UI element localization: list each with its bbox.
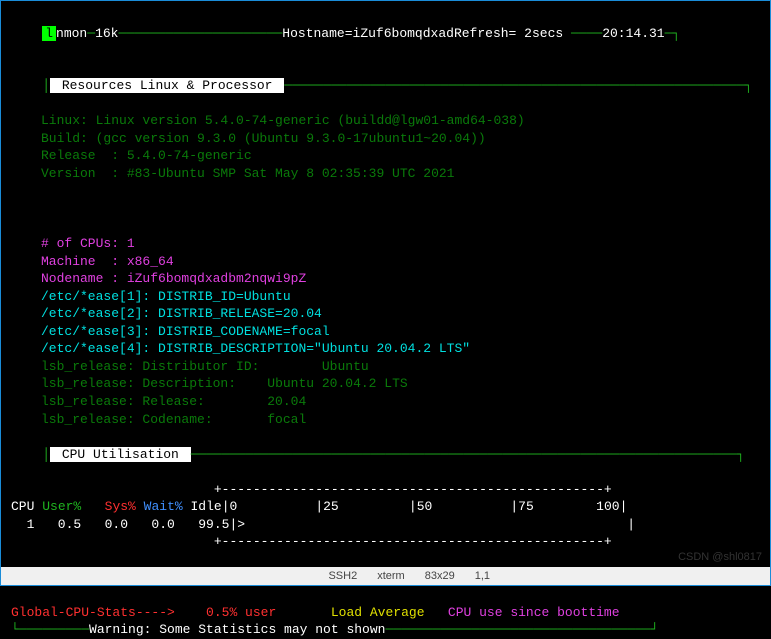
cpu-dashbot: +---------------------------------------… (11, 533, 760, 551)
hostname-value: iZuf6bomqdxad (353, 26, 454, 41)
lsb2-line: lsb_release: Description: Ubuntu 20.04.2… (41, 375, 760, 393)
lsb3-line: lsb_release: Release: 20.04 (41, 393, 760, 411)
release-line: Release : 5.4.0-74-generic (41, 147, 760, 165)
build-line: Build: (gcc version 9.3.0 (Ubuntu 9.3.0-… (41, 130, 760, 148)
app-name: nmon (56, 26, 87, 41)
cpu-columns: CPU User% Sys% Wait% Idle|0 |25 |50 |75 … (11, 498, 760, 516)
etc4-line: /etc/*ease[4]: DISTRIB_DESCRIPTION="Ubun… (41, 340, 760, 358)
cpu-row-1: 1 0.5 0.0 0.0 99.5|> | (11, 516, 760, 534)
cpu-scale: |0 |25 |50 |75 100| (222, 499, 628, 514)
etc1-line: /etc/*ease[1]: DISTRIB_ID=Ubuntu (41, 288, 760, 306)
global-label: Global-CPU-Stats----> (11, 605, 175, 620)
warning-line: └─────────Warning: Some Statistics may n… (11, 621, 760, 639)
resources-header: │ Resources Linux & Processor ──────────… (11, 60, 760, 113)
linux-line: Linux: Linux version 5.4.0-74-generic (b… (41, 112, 760, 130)
title-bar: lnmon─16k─────────────────────Hostname=i… (11, 7, 760, 60)
cpu-bar: |> | (229, 517, 635, 532)
machine-line: Machine : x86_64 (41, 253, 760, 271)
cpus-line: # of CPUs: 1 (41, 235, 760, 253)
nodename-line: Nodename : iZuf6bomqdxadbm2nqwi9pZ (41, 270, 760, 288)
etc3-line: /etc/*ease[3]: DISTRIB_CODENAME=focal (41, 323, 760, 341)
refresh-label: Refresh= (454, 26, 516, 41)
lsb1-line: lsb_release: Distributor ID: Ubuntu (41, 358, 760, 376)
hostname-label: Hostname= (282, 26, 352, 41)
app-version: 16k (95, 26, 118, 41)
clock-value: 20:14.31 (602, 26, 664, 41)
terminal-screen[interactable]: lnmon─16k─────────────────────Hostname=i… (1, 1, 770, 639)
version-line: Version : #83-Ubuntu SMP Sat May 8 02:35… (41, 165, 760, 183)
cursor-pos: 1,1 (475, 569, 490, 584)
load-average-label: Load Average (331, 605, 425, 620)
global-user: 0.5% user (206, 605, 276, 620)
cpu-title: CPU Utilisation (50, 447, 191, 462)
cpu-header: │ CPU Utilisation ──────────────────────… (11, 428, 760, 481)
resources-title: Resources Linux & Processor (50, 78, 284, 93)
kernel-stats: Global-CPU-Stats----> 0.5% user Load Ave… (11, 604, 760, 622)
watermark-text: CSDN @shl0817 (678, 550, 762, 565)
term-type: xterm (377, 569, 405, 584)
ssh-status: SSH2 (328, 569, 357, 584)
status-bar: SSH2 xterm 83x29 1,1 (1, 567, 770, 585)
cursor-block: l (42, 26, 56, 41)
lsb4-line: lsb_release: Codename: focal (41, 411, 760, 429)
etc2-line: /etc/*ease[2]: DISTRIB_RELEASE=20.04 (41, 305, 760, 323)
boot-label: CPU use since boottime (448, 605, 620, 620)
refresh-value: 2secs (516, 26, 563, 41)
cpu-dashtop: +---------------------------------------… (11, 481, 760, 499)
term-size: 83x29 (425, 569, 455, 584)
